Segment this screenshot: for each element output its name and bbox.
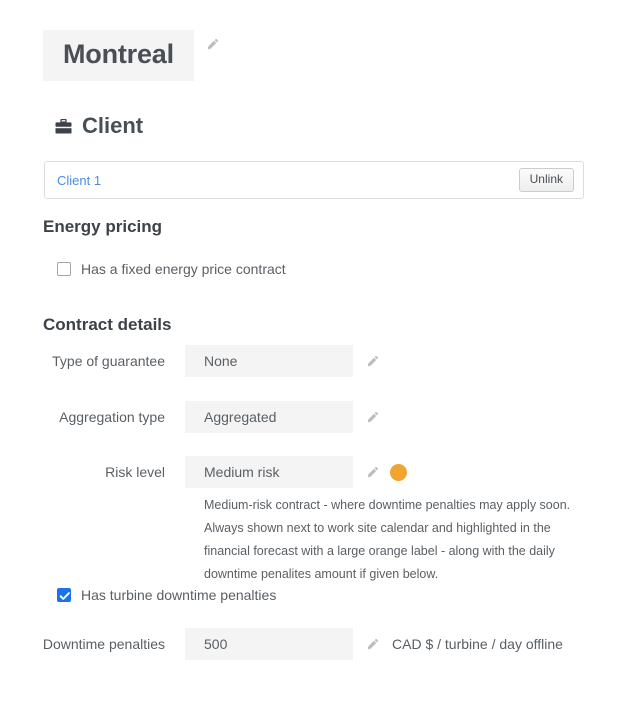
client-panel: Client 1 Unlink (44, 161, 584, 199)
field-row-aggregation-type: Aggregation type Aggregated (0, 401, 379, 433)
client-section-heading-row: Client (55, 113, 143, 139)
field-row-type-of-guarantee: Type of guarantee None (0, 345, 379, 377)
field-label-risk-level: Risk level (105, 464, 165, 480)
pencil-icon[interactable] (366, 411, 379, 424)
briefcase-icon (55, 118, 82, 134)
field-value-risk-level[interactable]: Medium risk (185, 456, 353, 488)
field-value-type-of-guarantee[interactable]: None (185, 345, 353, 377)
turbine-downtime-penalties-checkbox-row[interactable]: Has turbine downtime penalties (57, 587, 276, 603)
page-title: Montreal (43, 30, 194, 82)
field-label-downtime-penalties: Downtime penalties (42, 636, 165, 652)
fixed-energy-price-checkbox-row[interactable]: Has a fixed energy price contract (57, 261, 286, 277)
pencil-icon[interactable] (366, 638, 379, 651)
downtime-penalties-unit-label: CAD $ / turbine / day offline (392, 636, 563, 652)
risk-level-indicator-dot (390, 463, 407, 481)
field-value-aggregation-type[interactable]: Aggregated (185, 401, 353, 433)
contract-details-heading: Contract details (43, 315, 172, 334)
field-row-downtime-penalties: Downtime penalties 500 CAD $ / turbine /… (0, 628, 563, 660)
turbine-downtime-penalties-checkbox[interactable] (57, 588, 71, 602)
fixed-energy-price-label: Has a fixed energy price contract (81, 261, 286, 277)
unlink-button[interactable]: Unlink (518, 167, 574, 193)
field-label-type-of-guarantee: Type of guarantee (52, 353, 165, 369)
energy-pricing-heading: Energy pricing (43, 217, 163, 236)
pencil-icon[interactable] (366, 466, 379, 479)
field-value-downtime-penalties[interactable]: 500 (185, 628, 353, 660)
field-row-risk-level: Risk level Medium risk (0, 456, 407, 488)
client-heading-label: Client (82, 113, 144, 138)
field-label-aggregation-type: Aggregation type (59, 409, 165, 425)
fixed-energy-price-checkbox[interactable] (57, 262, 71, 276)
pencil-icon[interactable] (366, 355, 379, 368)
client-link[interactable]: Client 1 (57, 173, 519, 188)
pencil-icon[interactable] (206, 38, 219, 51)
risk-level-description: Medium-risk contract - where downtime pe… (204, 498, 571, 581)
page-title-row: Montreal (43, 30, 219, 82)
turbine-downtime-penalties-label: Has turbine downtime penalties (81, 587, 277, 603)
